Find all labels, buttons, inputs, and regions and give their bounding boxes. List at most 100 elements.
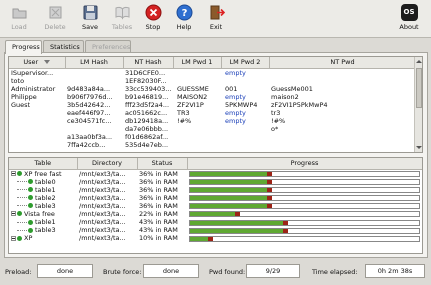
table-row[interactable]: Administrator 9d483a84a... 33cc539403... GU…	[9, 85, 416, 93]
brute-force-label: Brute force:	[103, 268, 142, 276]
table-status: 10% in RAM	[139, 234, 178, 243]
scrollbar-thumb[interactable]	[416, 68, 422, 108]
table-directory: /mnt/ext3/ta...	[79, 209, 126, 218]
progress-bar	[189, 211, 420, 218]
hash-cell: zF2VI1P5PkMwP4	[271, 100, 328, 109]
table-status-icon	[28, 227, 33, 233]
table-row[interactable]: da7e06bbb... o*	[9, 125, 416, 133]
table-row[interactable]: a13aa0bf3a... f01d6862af...	[9, 133, 416, 141]
column-header-table[interactable]: Table	[9, 158, 78, 170]
table-status: 43% in RAM	[139, 226, 178, 235]
progress-marker	[267, 180, 273, 185]
delete-button[interactable]: Delete	[40, 3, 70, 36]
progress-marker	[207, 236, 213, 241]
exit-button[interactable]: Exit	[201, 3, 231, 36]
hash-cell: empty	[225, 92, 246, 101]
progress-marker	[235, 212, 241, 217]
table-name: Vista free	[24, 209, 55, 218]
hash-cell: db129418a...	[125, 116, 169, 125]
table-row[interactable]: 7ffa42ccb... 535d4e7eb...	[9, 141, 416, 149]
load-button[interactable]: Load	[4, 3, 34, 36]
hash-cell: toto	[11, 76, 25, 85]
hash-cell: 535d4e7eb...	[125, 140, 169, 149]
hash-cell: f01d6862af...	[125, 132, 169, 141]
table-name: table1	[35, 185, 56, 194]
time-elapsed-value: 0h 2m 38s	[365, 264, 425, 278]
column-header-lm-pwd2[interactable]: LM Pwd 2	[221, 57, 270, 69]
list-item[interactable]: table3/mnt/ext3/ta... 36% in RAM	[9, 202, 422, 210]
help-icon: ?	[176, 4, 193, 21]
list-item[interactable]: table1/mnt/ext3/ta... 43% in RAM	[9, 218, 422, 226]
table-row[interactable]: ce304571fc... db129418a... !#% empty !#%	[9, 117, 416, 125]
table-row[interactable]: Philippe b906f7976d... b91e46819... MAISON2…	[9, 93, 416, 101]
table-directory: /mnt/ext3/ta...	[79, 226, 126, 235]
column-header-lm-pwd1[interactable]: LM Pwd 1	[173, 57, 222, 69]
hash-cell: maison2	[271, 92, 299, 101]
column-header-lm-hash[interactable]: LM Hash	[65, 57, 124, 69]
list-item[interactable]: Vista free/mnt/ext3/ta... 22% in RAM	[9, 210, 422, 218]
tables-status-list[interactable]: Table Directory Status Progress XP free …	[8, 157, 423, 254]
progress-fill	[190, 188, 273, 193]
stop-button[interactable]: Stop	[138, 3, 168, 36]
ophcrack-logo-icon: OS	[400, 4, 418, 21]
tables-button[interactable]: Tables	[107, 3, 137, 36]
hash-cell: 1EF82030F...	[125, 76, 167, 85]
hash-cell: Guest	[11, 100, 31, 109]
list-item[interactable]: table1/mnt/ext3/ta... 36% in RAM	[9, 186, 422, 194]
progress-bar	[189, 187, 420, 194]
progress-marker	[267, 188, 273, 193]
hash-cell	[65, 77, 123, 85]
hash-cell	[173, 133, 221, 141]
progress-fill	[190, 180, 273, 185]
hash-cell	[269, 68, 416, 77]
table-status: 36% in RAM	[139, 193, 178, 202]
tab-progress[interactable]: Progress	[5, 40, 42, 54]
hash-cell: GUESSME	[177, 84, 209, 93]
column-header-progress[interactable]: Progress	[187, 158, 422, 170]
hash-table-scrollbar[interactable]	[414, 57, 422, 152]
tables-book-icon	[114, 4, 131, 21]
collapse-icon[interactable]	[11, 235, 16, 241]
column-header-nt-pwd[interactable]: NT Pwd	[269, 57, 417, 69]
about-button[interactable]: OS About	[394, 3, 424, 36]
hash-cell: ce304571fc...	[67, 116, 112, 125]
table-status-icon	[17, 171, 22, 176]
table-directory: /mnt/ext3/ta...	[79, 169, 126, 178]
table-row[interactable]: ISupervisor... 31D6CFE0... empty	[9, 68, 416, 77]
progress-marker	[267, 204, 273, 209]
hash-table[interactable]: User LM Hash NT Hash LM Pwd 1 LM Pwd 2 N…	[8, 56, 423, 153]
hash-cell: tr3	[271, 108, 281, 117]
collapse-icon[interactable]	[11, 211, 16, 217]
column-header-directory[interactable]: Directory	[77, 158, 138, 170]
list-item[interactable]: XP/mnt/ext3/ta... 10% in RAM	[9, 234, 422, 242]
table-name: table0	[35, 177, 56, 186]
hash-cell: GuessMe001	[271, 84, 313, 93]
help-button[interactable]: ? Help	[169, 3, 199, 36]
hash-cell	[221, 125, 269, 133]
tree-branch	[17, 205, 27, 207]
progress-fill	[190, 196, 273, 201]
column-header-user[interactable]: User	[9, 57, 66, 69]
hash-cell: 9d483a84a...	[67, 84, 111, 93]
list-item[interactable]: table0/mnt/ext3/ta... 36% in RAM	[9, 178, 422, 186]
hash-cell: da7e06bbb...	[125, 124, 169, 133]
column-header-status[interactable]: Status	[137, 158, 188, 170]
time-elapsed-label: Time elapsed:	[312, 268, 358, 276]
hash-cell: 7ffa42ccb...	[67, 140, 106, 149]
table-row[interactable]: Guest 3b5d42642... fff23d5f2a4... ZF2VI1P 5P…	[9, 101, 416, 109]
collapse-icon[interactable]	[11, 171, 16, 176]
table-row[interactable]: eaef446f97... ac051662c... TR3 empty tr3	[9, 109, 416, 117]
column-header-nt-hash[interactable]: NT Hash	[123, 57, 174, 69]
scroll-down-icon[interactable]	[416, 146, 422, 149]
list-item[interactable]: table3/mnt/ext3/ta... 43% in RAM	[9, 226, 422, 234]
table-row[interactable]: toto 1EF82030F...	[9, 77, 416, 85]
scroll-up-icon[interactable]	[416, 60, 422, 63]
tree-branch	[17, 221, 27, 223]
hash-cell: !#%	[271, 116, 286, 125]
save-button[interactable]: Save	[75, 3, 105, 36]
list-item[interactable]: XP free fast/mnt/ext3/ta... 36% in RAM	[9, 169, 422, 178]
hash-cell	[221, 133, 269, 141]
hash-cell: empty	[225, 116, 246, 125]
hash-cell: Philippe	[11, 92, 37, 101]
list-item[interactable]: table2/mnt/ext3/ta... 36% in RAM	[9, 194, 422, 202]
